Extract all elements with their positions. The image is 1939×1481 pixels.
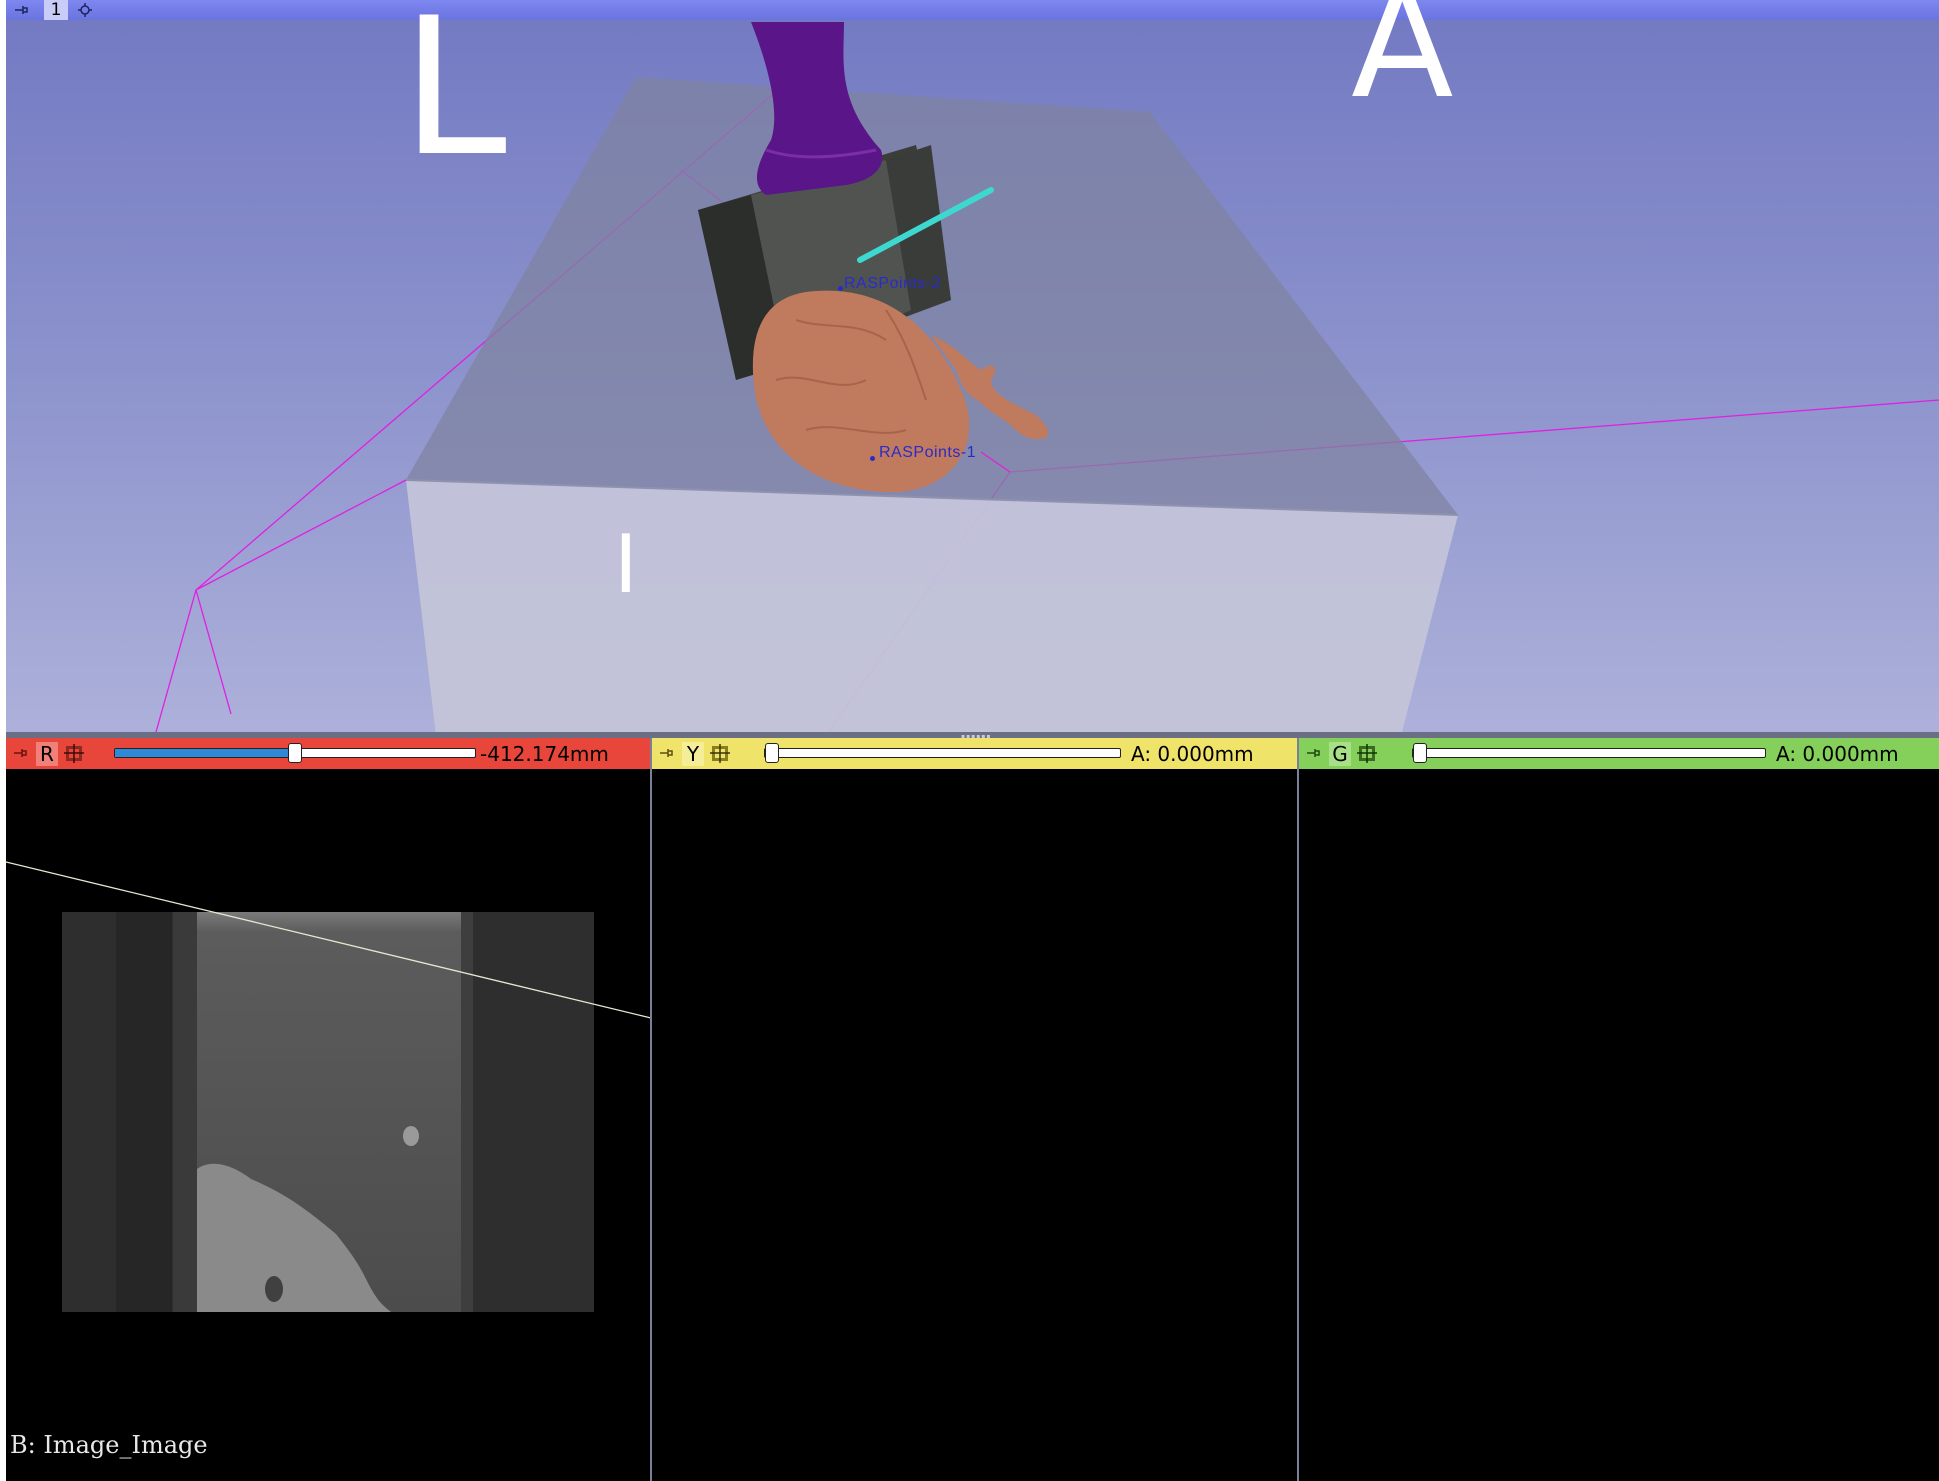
fiducial-point-1[interactable] xyxy=(870,456,875,461)
orientation-label-anterior: A xyxy=(1351,0,1454,132)
settings-icon[interactable] xyxy=(74,1,96,19)
3d-view-controller-bar: 1 xyxy=(6,0,1939,20)
yellow-slice-offset-slider[interactable] xyxy=(764,743,1121,763)
red-slice-letter[interactable]: R xyxy=(36,742,58,766)
red-slice-offset-slider[interactable] xyxy=(114,743,476,763)
yellow-slice-view[interactable]: Y A: 0.000mm xyxy=(652,738,1298,1481)
fiducial-label-2: RASPoints-2 xyxy=(844,275,942,292)
3d-scene[interactable] xyxy=(6,0,1939,736)
orientation-label-inferior: I xyxy=(614,518,638,611)
link-icon[interactable] xyxy=(1356,743,1378,764)
3d-view[interactable]: 1 L A I RASPoints-2 RASPoints-1 xyxy=(6,0,1939,736)
green-slice-view[interactable]: G A: 0.000mm xyxy=(1299,738,1939,1481)
link-icon[interactable] xyxy=(709,743,731,764)
green-slice-offset-value: A: 0.000mm xyxy=(1776,742,1899,766)
fiducial-label-1: RASPoints-1 xyxy=(879,444,977,461)
yellow-slice-letter[interactable]: Y xyxy=(682,742,704,766)
red-slice-view[interactable]: R -412.174mm B: Image_Image xyxy=(6,738,651,1481)
pin-icon[interactable] xyxy=(1302,742,1324,764)
red-slice-image[interactable] xyxy=(6,769,651,1481)
green-slice-offset-slider[interactable] xyxy=(1412,743,1766,763)
yellow-slice-controller-bar: Y A: 0.000mm xyxy=(652,738,1298,769)
pin-icon[interactable] xyxy=(10,1,32,19)
pin-icon[interactable] xyxy=(9,742,31,764)
pin-icon[interactable] xyxy=(655,742,677,764)
yellow-slice-offset-value: A: 0.000mm xyxy=(1131,742,1254,766)
green-slice-controller-bar: G A: 0.000mm xyxy=(1299,738,1939,769)
fiducial-point-2[interactable] xyxy=(838,286,843,291)
orientation-label-left: L xyxy=(401,0,507,198)
red-slice-controller-bar: R -412.174mm xyxy=(6,738,651,769)
yellow-slider-handle[interactable] xyxy=(765,743,779,763)
link-icon[interactable] xyxy=(63,743,85,764)
green-slider-handle[interactable] xyxy=(1413,743,1427,763)
red-slider-handle[interactable] xyxy=(288,743,302,763)
red-slice-offset-value: -412.174mm xyxy=(480,742,609,766)
green-slice-letter[interactable]: G xyxy=(1329,742,1351,766)
view-layout-number[interactable]: 1 xyxy=(44,0,68,20)
box-front-face xyxy=(406,480,1458,736)
background-layer-label: B: Image_Image xyxy=(10,1431,208,1459)
